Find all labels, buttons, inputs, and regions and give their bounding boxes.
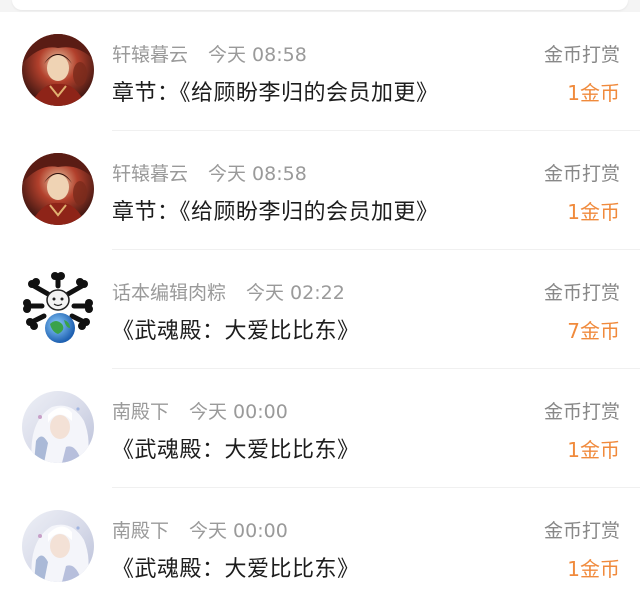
top-card-edge bbox=[0, 0, 640, 12]
anime-silver-hair-avatar-icon[interactable] bbox=[22, 510, 94, 582]
reward-target[interactable]: 章节：《给顾盼李归的会员加更》 bbox=[112, 75, 439, 107]
anime-warrior-avatar-icon[interactable] bbox=[22, 153, 94, 225]
reward-amount: 1金币 bbox=[567, 438, 620, 462]
reward-type: 金币打赏 bbox=[543, 520, 620, 542]
reward-amount: 1金币 bbox=[567, 81, 620, 105]
cartoon-earth-avatar-icon[interactable] bbox=[22, 272, 94, 344]
reward-target[interactable]: 章节：《给顾盼李归的会员加更》 bbox=[112, 194, 439, 226]
username[interactable]: 轩辕暮云 bbox=[112, 44, 188, 66]
reward-amount: 1金币 bbox=[567, 557, 620, 581]
reward-record-list: 轩辕暮云 今天 08:58 章节：《给顾盼李归的会员加更》 金币打赏 1金币 轩… bbox=[0, 12, 640, 607]
anime-silver-hair-avatar-icon[interactable] bbox=[22, 391, 94, 463]
reward-type: 金币打赏 bbox=[543, 401, 620, 423]
timestamp: 今天 00:00 bbox=[189, 401, 288, 423]
reward-target[interactable]: 《武魂殿：大爱比比东》 bbox=[112, 313, 360, 345]
username[interactable]: 南殿下 bbox=[112, 520, 169, 542]
timestamp: 今天 08:58 bbox=[208, 44, 307, 66]
timestamp: 今天 08:58 bbox=[208, 163, 307, 185]
reward-type: 金币打赏 bbox=[543, 282, 620, 304]
reward-target[interactable]: 《武魂殿：大爱比比东》 bbox=[112, 432, 360, 464]
timestamp: 今天 02:22 bbox=[246, 282, 345, 304]
username[interactable]: 南殿下 bbox=[112, 401, 169, 423]
reward-record-row[interactable]: 南殿下 今天 00:00 《武魂殿：大爱比比东》 金币打赏 1金币 bbox=[0, 369, 640, 488]
previous-card bbox=[12, 0, 628, 10]
username[interactable]: 话本编辑肉粽 bbox=[112, 282, 226, 304]
reward-record-row[interactable]: 轩辕暮云 今天 08:58 章节：《给顾盼李归的会员加更》 金币打赏 1金币 bbox=[0, 131, 640, 250]
reward-amount: 1金币 bbox=[567, 200, 620, 224]
username[interactable]: 轩辕暮云 bbox=[112, 163, 188, 185]
reward-record-row[interactable]: 轩辕暮云 今天 08:58 章节：《给顾盼李归的会员加更》 金币打赏 1金币 bbox=[0, 12, 640, 131]
reward-record-row[interactable]: 话本编辑肉粽 今天 02:22 《武魂殿：大爱比比东》 金币打赏 7金币 bbox=[0, 250, 640, 369]
reward-type: 金币打赏 bbox=[543, 44, 620, 66]
reward-type: 金币打赏 bbox=[543, 163, 620, 185]
timestamp: 今天 00:00 bbox=[189, 520, 288, 542]
anime-warrior-avatar-icon[interactable] bbox=[22, 34, 94, 106]
reward-target[interactable]: 《武魂殿：大爱比比东》 bbox=[112, 551, 360, 583]
reward-amount: 7金币 bbox=[567, 319, 620, 343]
reward-record-row[interactable]: 南殿下 今天 00:00 《武魂殿：大爱比比东》 金币打赏 1金币 bbox=[0, 488, 640, 607]
